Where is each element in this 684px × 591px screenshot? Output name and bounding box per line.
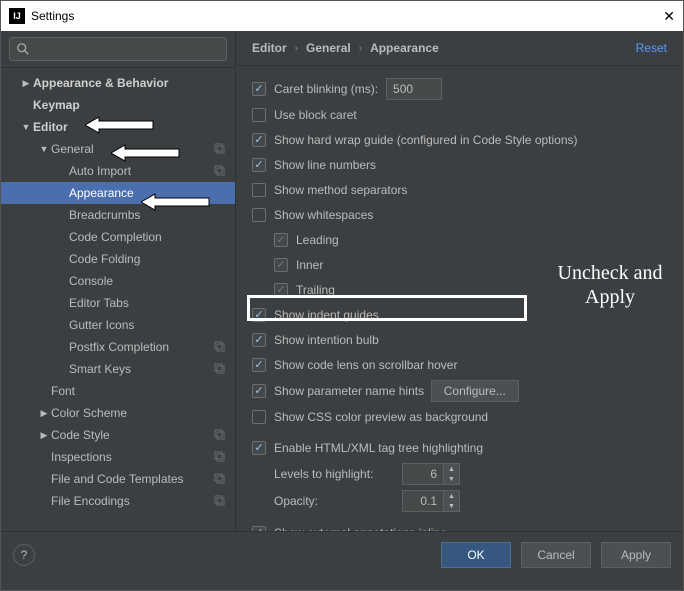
tree-gutter-icons[interactable]: Gutter Icons bbox=[1, 314, 235, 336]
opt-ws-inner[interactable]: Inner bbox=[252, 255, 667, 275]
tree-breadcrumbs[interactable]: Breadcrumbs bbox=[1, 204, 235, 226]
checkbox[interactable] bbox=[252, 358, 266, 372]
search-input[interactable] bbox=[34, 42, 220, 56]
checkbox[interactable] bbox=[252, 208, 266, 222]
chevron-right-icon: › bbox=[295, 43, 298, 54]
tree-smart-keys[interactable]: Smart Keys bbox=[1, 358, 235, 380]
opt-css-preview[interactable]: Show CSS color preview as background bbox=[252, 407, 667, 427]
opt-ext-annot[interactable]: Show external annotations inline bbox=[252, 523, 667, 531]
caret-blink-input[interactable] bbox=[386, 78, 442, 100]
checkbox[interactable] bbox=[252, 333, 266, 347]
spinner-down-icon[interactable]: ▼ bbox=[444, 474, 459, 484]
tree-code-completion[interactable]: Code Completion bbox=[1, 226, 235, 248]
scope-icon bbox=[213, 340, 227, 354]
tree-keymap[interactable]: Keymap bbox=[1, 94, 235, 116]
scope-icon bbox=[213, 450, 227, 464]
chevron-right-icon: ▶ bbox=[37, 430, 51, 441]
search-icon bbox=[16, 42, 30, 56]
tree-editor[interactable]: ▼Editor bbox=[1, 116, 235, 138]
scope-icon bbox=[213, 428, 227, 442]
checkbox[interactable] bbox=[252, 410, 266, 424]
sidebar: ▶Appearance & Behavior Keymap ▼Editor ▼G… bbox=[1, 31, 236, 531]
scope-icon bbox=[213, 164, 227, 178]
cancel-button[interactable]: Cancel bbox=[521, 542, 591, 568]
opt-intention-bulb[interactable]: Show intention bulb bbox=[252, 330, 667, 350]
levels-input[interactable] bbox=[402, 463, 444, 485]
crumb-editor[interactable]: Editor bbox=[252, 41, 287, 55]
checkbox[interactable] bbox=[252, 108, 266, 122]
checkbox[interactable] bbox=[274, 233, 288, 247]
chevron-right-icon: ▶ bbox=[37, 408, 51, 419]
opacity-input[interactable] bbox=[402, 490, 444, 512]
chevron-down-icon: ▼ bbox=[19, 122, 33, 132]
tree-auto-import[interactable]: Auto Import bbox=[1, 160, 235, 182]
reset-link[interactable]: Reset bbox=[636, 41, 667, 55]
tree-code-folding[interactable]: Code Folding bbox=[1, 248, 235, 270]
tree-postfix-completion[interactable]: Postfix Completion bbox=[1, 336, 235, 358]
tree-color-scheme[interactable]: ▶Color Scheme bbox=[1, 402, 235, 424]
spinner-up-icon[interactable]: ▲ bbox=[444, 491, 459, 501]
chevron-right-icon: ▶ bbox=[19, 78, 33, 89]
opt-ws-leading[interactable]: Leading bbox=[252, 230, 667, 250]
title-bar: IJ Settings ✕ bbox=[1, 1, 683, 31]
opt-param-hints[interactable]: Show parameter name hints Configure... bbox=[252, 380, 667, 402]
spinner-up-icon[interactable]: ▲ bbox=[444, 464, 459, 474]
breadcrumb: Editor › General › Appearance Reset bbox=[236, 31, 683, 66]
checkbox[interactable] bbox=[252, 82, 266, 96]
chevron-right-icon: › bbox=[359, 43, 362, 54]
opt-whitespaces[interactable]: Show whitespaces bbox=[252, 205, 667, 225]
chevron-down-icon: ▼ bbox=[37, 144, 51, 154]
opt-indent-guides[interactable]: Show indent guides bbox=[252, 305, 667, 325]
main-panel: Editor › General › Appearance Reset Care… bbox=[236, 31, 683, 531]
help-button[interactable]: ? bbox=[13, 544, 35, 566]
tree-console[interactable]: Console bbox=[1, 270, 235, 292]
scope-icon bbox=[213, 494, 227, 508]
checkbox[interactable] bbox=[274, 258, 288, 272]
opt-html-tree[interactable]: Enable HTML/XML tag tree highlighting bbox=[252, 438, 667, 458]
apply-button[interactable]: Apply bbox=[601, 542, 671, 568]
configure-button[interactable]: Configure... bbox=[431, 380, 519, 402]
checkbox[interactable] bbox=[252, 526, 266, 531]
opt-method-sep[interactable]: Show method separators bbox=[252, 180, 667, 200]
scope-icon bbox=[213, 142, 227, 156]
tree-inspections[interactable]: Inspections bbox=[1, 446, 235, 468]
tree-general[interactable]: ▼General bbox=[1, 138, 235, 160]
tree-file-code-templates[interactable]: File and Code Templates bbox=[1, 468, 235, 490]
checkbox[interactable] bbox=[252, 441, 266, 455]
checkbox[interactable] bbox=[252, 133, 266, 147]
checkbox[interactable] bbox=[252, 308, 266, 322]
opt-opacity: Opacity:▲▼ bbox=[252, 490, 667, 512]
ok-button[interactable]: OK bbox=[441, 542, 511, 568]
tree-appearance-behavior[interactable]: ▶Appearance & Behavior bbox=[1, 72, 235, 94]
checkbox[interactable] bbox=[252, 384, 266, 398]
settings-tree: ▶Appearance & Behavior Keymap ▼Editor ▼G… bbox=[1, 68, 235, 531]
opt-ws-trailing[interactable]: Trailing bbox=[252, 280, 667, 300]
tree-font[interactable]: Font bbox=[1, 380, 235, 402]
tree-appearance[interactable]: Appearance bbox=[1, 182, 235, 204]
tree-editor-tabs[interactable]: Editor Tabs bbox=[1, 292, 235, 314]
search-input-wrap[interactable] bbox=[9, 37, 227, 61]
opt-block-caret[interactable]: Use block caret bbox=[252, 105, 667, 125]
opt-line-numbers[interactable]: Show line numbers bbox=[252, 155, 667, 175]
levels-spinner[interactable]: ▲▼ bbox=[402, 463, 460, 485]
opt-code-lens[interactable]: Show code lens on scrollbar hover bbox=[252, 355, 667, 375]
scope-icon bbox=[213, 472, 227, 486]
close-icon[interactable]: ✕ bbox=[663, 8, 675, 25]
checkbox[interactable] bbox=[274, 283, 288, 297]
opt-caret-blink[interactable]: Caret blinking (ms): bbox=[252, 78, 667, 100]
crumb-appearance: Appearance bbox=[370, 41, 439, 55]
tree-file-encodings[interactable]: File Encodings bbox=[1, 490, 235, 512]
checkbox[interactable] bbox=[252, 158, 266, 172]
opacity-spinner[interactable]: ▲▼ bbox=[402, 490, 460, 512]
crumb-general[interactable]: General bbox=[306, 41, 351, 55]
tree-code-style[interactable]: ▶Code Style bbox=[1, 424, 235, 446]
window-title: Settings bbox=[31, 9, 663, 23]
opt-hard-wrap[interactable]: Show hard wrap guide (configured in Code… bbox=[252, 130, 667, 150]
scope-icon bbox=[213, 362, 227, 376]
spinner-down-icon[interactable]: ▼ bbox=[444, 501, 459, 511]
checkbox[interactable] bbox=[252, 183, 266, 197]
opt-levels: Levels to highlight:▲▼ bbox=[252, 463, 667, 485]
app-icon: IJ bbox=[9, 8, 25, 24]
dialog-footer: ? OK Cancel Apply bbox=[1, 531, 683, 577]
